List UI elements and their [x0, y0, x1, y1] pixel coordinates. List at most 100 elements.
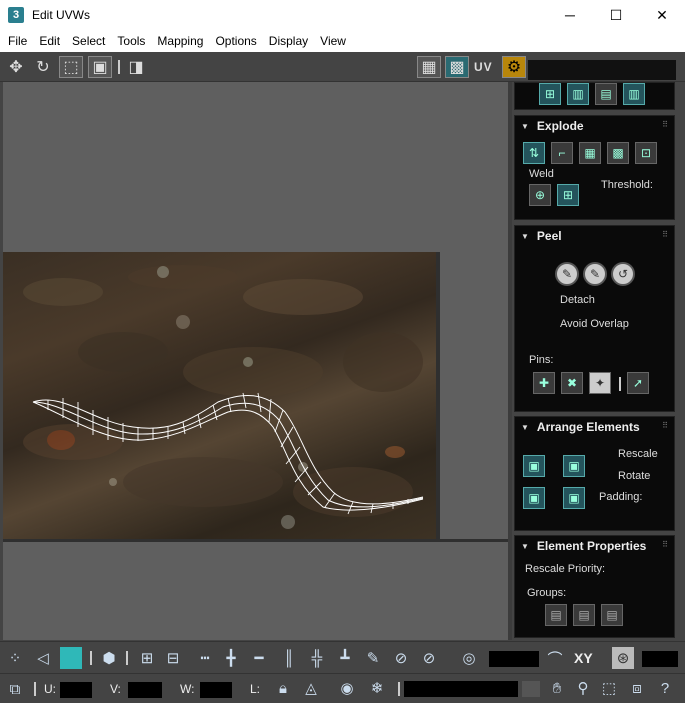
falloff-space-icon[interactable]: ⊛ — [612, 647, 634, 669]
loop-grow-icon[interactable]: ╋ — [220, 647, 242, 669]
element-mode-icon[interactable]: ⬢ — [98, 647, 120, 669]
vertex-mode-icon[interactable]: ⁘ — [4, 647, 26, 669]
detach-label[interactable]: Detach — [560, 294, 595, 306]
soft-selection-field[interactable] — [489, 651, 539, 667]
grow-selection-icon[interactable]: ⊞ — [136, 647, 158, 669]
explode-by-smoothing-icon[interactable]: ⌐ — [551, 142, 573, 164]
v-field[interactable] — [128, 682, 162, 698]
menu-options[interactable]: Options — [209, 30, 262, 52]
zoom-extents-icon[interactable]: ⧈ — [626, 677, 648, 699]
group-lock-icon[interactable]: ▤ — [573, 604, 595, 626]
pack-grouped-icon[interactable]: ▣ — [563, 487, 585, 509]
loop-shrink-icon[interactable]: ━ — [248, 647, 270, 669]
menu-display[interactable]: Display — [263, 30, 314, 52]
zoom-region-icon[interactable]: ⬚ — [598, 677, 620, 699]
ring-select-icon[interactable]: ║ — [278, 647, 300, 669]
freeform-icon[interactable]: ▣ — [88, 56, 112, 78]
break-icon[interactable]: ⊡ — [635, 142, 657, 164]
mirror-icon[interactable]: ◨ — [124, 56, 148, 78]
collapse-triangle-icon[interactable]: ▼ — [521, 122, 529, 131]
filter-dropdown[interactable] — [522, 681, 540, 697]
pack-normalize-icon[interactable]: ▣ — [523, 455, 545, 477]
pack-icon[interactable]: ▥ — [567, 83, 589, 105]
move-icon[interactable]: ✥ — [4, 56, 28, 78]
xy-toggle[interactable]: XY — [574, 650, 593, 666]
peel-header[interactable]: ▼ Peel — [515, 226, 674, 246]
w-field[interactable] — [200, 682, 232, 698]
collapse-triangle-icon[interactable]: ▼ — [521, 232, 529, 241]
menu-file[interactable]: File — [0, 30, 33, 52]
grip-icon[interactable]: ⠿ — [662, 120, 668, 129]
hide-icon[interactable]: ◬ — [300, 677, 322, 699]
loop-select-icon[interactable]: ┅ — [194, 647, 216, 669]
pack-custom-icon[interactable]: ▣ — [563, 455, 585, 477]
grip-icon[interactable]: ⠿ — [662, 421, 668, 430]
rotate-label[interactable]: Rotate — [618, 470, 650, 482]
reset-peel-icon[interactable]: ↺ — [611, 262, 635, 286]
arrange-header[interactable]: ▼ Arrange Elements — [515, 417, 674, 437]
bottom-separator — [126, 651, 128, 665]
collapse-triangle-icon[interactable]: ▼ — [521, 542, 529, 551]
stitch-icon[interactable]: ⊞ — [539, 83, 561, 105]
uv-settings-icon[interactable]: ⚙ — [502, 56, 526, 78]
menu-tools[interactable]: Tools — [111, 30, 151, 52]
rescale-label[interactable]: Rescale — [618, 448, 658, 460]
avoid-overlap-label[interactable]: Avoid Overlap — [560, 318, 629, 330]
u-field[interactable] — [60, 682, 92, 698]
soft-selection-icon[interactable]: ◎ — [458, 647, 480, 669]
explode-by-material-icon[interactable]: ▦ — [579, 142, 601, 164]
peel-mode-icon[interactable]: ✎ — [583, 262, 607, 286]
auto-pin-icon[interactable]: ✦ — [589, 372, 611, 394]
group-ungroup-icon[interactable]: ▤ — [601, 604, 623, 626]
edge-mode-icon[interactable]: ◁ — [32, 647, 54, 669]
texture-icon[interactable]: ▩ — [445, 56, 469, 78]
pan-icon[interactable]: ✋︎ — [546, 677, 568, 699]
paint-grow-icon[interactable]: ⊘ — [390, 647, 412, 669]
relax-icon[interactable]: ▤ — [595, 83, 617, 105]
rotate-icon[interactable]: ↻ — [31, 56, 55, 78]
face-mode-icon[interactable] — [60, 647, 82, 669]
filter-field[interactable] — [404, 681, 518, 697]
pin-icon[interactable]: ✚ — [533, 372, 555, 394]
ring-shrink-icon[interactable]: ┻ — [334, 647, 356, 669]
checker-icon[interactable]: ▦ — [417, 56, 441, 78]
shrink-selection-icon[interactable]: ⊟ — [162, 647, 184, 669]
freeze-icon[interactable]: ❄ — [366, 677, 388, 699]
group-select-icon[interactable]: ▤ — [545, 604, 567, 626]
explode-to-faces-icon[interactable]: ▩ — [607, 142, 629, 164]
minimize-button[interactable]: ─ — [547, 0, 593, 30]
select-pins-icon[interactable]: ➚ — [627, 372, 649, 394]
ring-grow-icon[interactable]: ╬ — [306, 647, 328, 669]
falloff-distance-field[interactable] — [642, 651, 678, 667]
uv-label[interactable]: UV — [474, 60, 493, 74]
show-icon[interactable]: ◉ — [336, 677, 358, 699]
map-dropdown[interactable] — [528, 60, 676, 80]
explode-header[interactable]: ▼ Explode — [515, 116, 674, 136]
weld-target-icon[interactable]: ⊞ — [557, 184, 579, 206]
close-button[interactable]: ✕ — [639, 0, 685, 30]
weld-selected-icon[interactable]: ⊕ — [529, 184, 551, 206]
menu-edit[interactable]: Edit — [33, 30, 66, 52]
falloff-curve-icon[interactable]: ⌒ — [544, 647, 566, 669]
element-properties-header[interactable]: ▼ Element Properties — [515, 536, 674, 556]
zoom-icon[interactable]: ⚲ — [572, 677, 594, 699]
paint-select-icon[interactable]: ✎ — [362, 647, 384, 669]
help-icon[interactable]: ? — [654, 677, 676, 699]
absolute-mode-icon[interactable]: ⧉ — [4, 678, 26, 700]
grip-icon[interactable]: ⠿ — [662, 230, 668, 239]
grip-icon[interactable]: ⠿ — [662, 540, 668, 549]
menu-select[interactable]: Select — [66, 30, 111, 52]
pack-together-icon[interactable]: ▣ — [523, 487, 545, 509]
maximize-button[interactable]: ☐ — [593, 0, 639, 30]
quick-peel-icon[interactable]: ✎ — [555, 262, 579, 286]
explode-by-polygroup-icon[interactable]: ⇅ — [523, 142, 545, 164]
unpin-icon[interactable]: ✖ — [561, 372, 583, 394]
scale-icon[interactable]: ⬚ — [59, 56, 83, 78]
straighten-icon[interactable]: ▥ — [623, 83, 645, 105]
bottom-toolbar-transform: ⧉ U: V: W: L: 🔒︎ ◬ ◉ ❄ ✋︎ ⚲ ⬚ ⧈ ? — [0, 673, 685, 703]
menu-view[interactable]: View — [314, 30, 352, 52]
collapse-triangle-icon[interactable]: ▼ — [521, 423, 529, 432]
menu-mapping[interactable]: Mapping — [151, 30, 209, 52]
lock-icon[interactable]: 🔒︎ — [272, 677, 294, 699]
paint-shrink-icon[interactable]: ⊘ — [418, 647, 440, 669]
